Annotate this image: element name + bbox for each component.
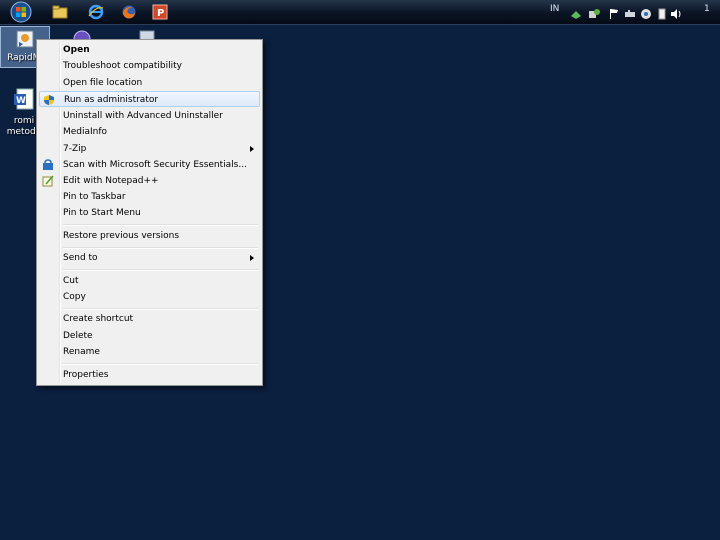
menu-item-label: Rename [63, 347, 100, 357]
menu-item-properties[interactable]: Properties [39, 367, 260, 383]
menu-item-label: Uninstall with Advanced Uninstaller [63, 111, 223, 121]
menu-item-label: MediaInfo [63, 127, 108, 137]
menu-item-mediainfo[interactable]: MediaInfo [39, 124, 260, 140]
menu-item-label: Create shortcut [63, 314, 134, 324]
start-button[interactable] [6, 0, 36, 24]
svg-text:W: W [16, 96, 26, 106]
menu-item-label: Troubleshoot compatibility [63, 61, 182, 71]
menu-item-delete[interactable]: Delete [39, 328, 260, 344]
menu-separator [63, 363, 258, 365]
menu-item-label: Copy [63, 292, 86, 302]
clock[interactable]: 1 [704, 4, 710, 14]
update-icon[interactable] [588, 5, 600, 18]
menu-item-label: Properties [63, 370, 109, 380]
submenu-arrow-icon [250, 255, 254, 261]
menu-item-label: Open [63, 45, 90, 55]
menu-item-notepad[interactable]: Edit with Notepad++ [39, 173, 260, 189]
app-tray-icon[interactable] [640, 5, 652, 19]
menu-item-cut[interactable]: Cut [39, 273, 260, 289]
menu-item-label: Cut [63, 276, 79, 286]
menu-item-rename[interactable]: Rename [39, 344, 260, 360]
action-center-flag-icon[interactable] [608, 5, 620, 19]
menu-item-pin-taskbar[interactable]: Pin to Taskbar [39, 189, 260, 205]
menu-item-label: Restore previous versions [63, 231, 180, 241]
menu-item-label: Run as administrator [64, 95, 159, 105]
explorer-icon[interactable] [50, 3, 70, 21]
menu-separator [63, 269, 258, 271]
phone-icon[interactable] [656, 5, 668, 20]
menu-item-scan-mse[interactable]: Scan with Microsoft Security Essentials.… [39, 157, 260, 173]
rapidminer-icon [16, 30, 34, 48]
menu-item-uninstall[interactable]: Uninstall with Advanced Uninstaller [39, 108, 260, 124]
menu-item-7zip[interactable]: 7-Zip [39, 141, 260, 157]
menu-item-restore-versions[interactable]: Restore previous versions [39, 228, 260, 244]
menu-item-create-shortcut[interactable]: Create shortcut [39, 311, 260, 327]
taskbar: P IN 1 [0, 0, 720, 25]
menu-item-open[interactable]: Open [39, 42, 260, 58]
menu-item-copy[interactable]: Copy [39, 289, 260, 305]
connection-icon[interactable] [624, 5, 636, 17]
menu-item-label: Pin to Start Menu [63, 208, 141, 218]
menu-item-pin-start[interactable]: Pin to Start Menu [39, 205, 260, 221]
menu-item-label: Scan with Microsoft Security Essentials.… [63, 160, 247, 170]
powerpoint-icon[interactable]: P [150, 3, 170, 21]
volume-icon[interactable] [670, 5, 682, 19]
menu-separator [63, 224, 258, 226]
network-icon[interactable] [570, 5, 582, 19]
language-indicator[interactable]: IN [550, 4, 559, 14]
menu-item-label: Edit with Notepad++ [63, 176, 159, 186]
word-document-icon: W [14, 88, 34, 110]
firefox-icon[interactable] [119, 3, 139, 21]
menu-item-troubleshoot[interactable]: Troubleshoot compatibility [39, 58, 260, 74]
security-essentials-icon [42, 159, 54, 171]
svg-text:P: P [157, 8, 164, 19]
menu-separator [63, 308, 258, 310]
menu-item-label: Delete [63, 331, 93, 341]
menu-separator [63, 247, 258, 249]
menu-item-label: 7-Zip [63, 144, 87, 154]
context-menu: Open Troubleshoot compatibility Open fil… [36, 39, 263, 386]
submenu-arrow-icon [250, 146, 254, 152]
menu-item-run-as-admin[interactable]: Run as administrator [39, 91, 260, 107]
windows-logo-icon [10, 1, 32, 23]
menu-item-send-to[interactable]: Send to [39, 250, 260, 266]
notepad-icon [42, 175, 54, 187]
internet-explorer-icon[interactable] [86, 3, 106, 21]
menu-item-label: Open file location [63, 78, 143, 88]
menu-item-label: Pin to Taskbar [63, 192, 126, 202]
menu-item-open-file-location[interactable]: Open file location [39, 75, 260, 91]
uac-shield-icon [43, 94, 55, 106]
menu-item-label: Send to [63, 253, 98, 263]
